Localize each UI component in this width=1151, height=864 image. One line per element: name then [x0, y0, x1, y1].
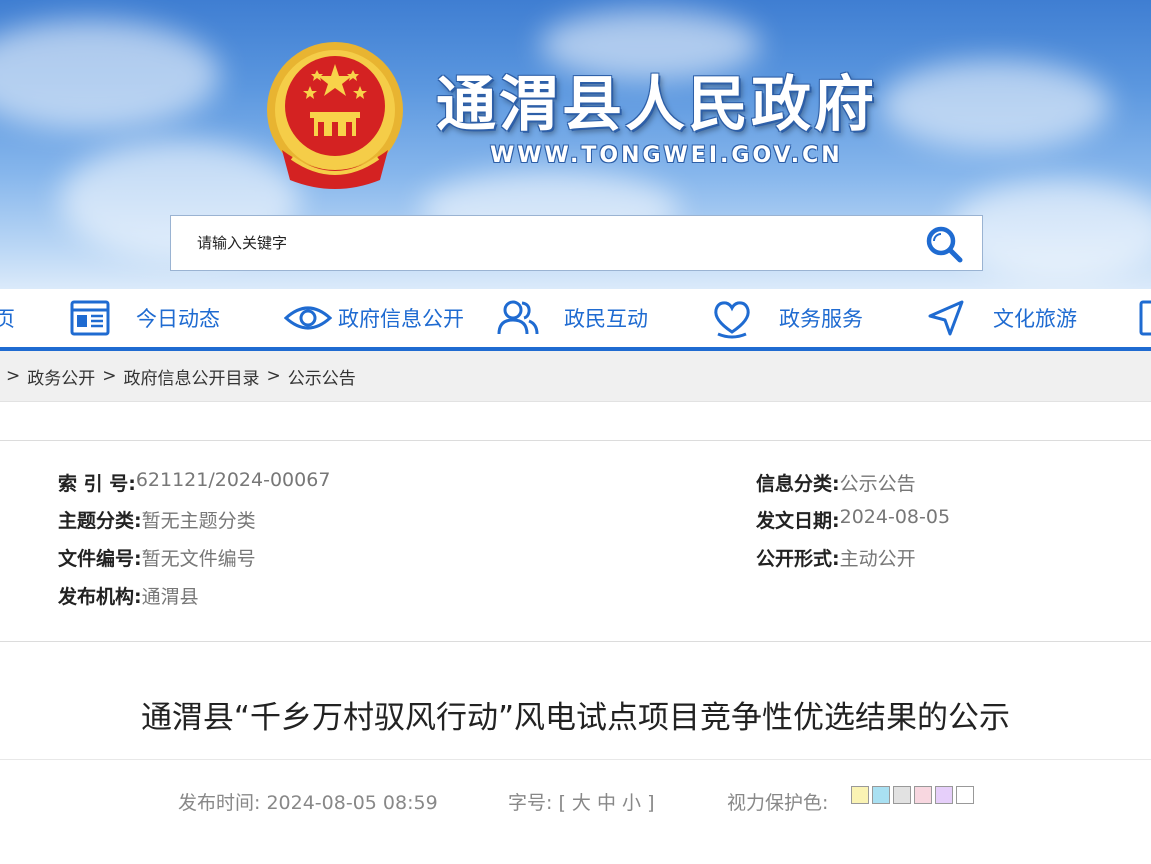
swatch-white[interactable] — [956, 786, 974, 804]
nav-label: 政府信息公开 — [338, 307, 464, 331]
nav-item-interaction[interactable]: 政民互动 — [496, 289, 648, 347]
font-size-large-button[interactable]: 大 — [572, 792, 591, 814]
main-nav: 页 今日动态 政府信息公开 政民互动 政务服务 文化旅游 — [0, 289, 1151, 351]
users-icon — [497, 300, 539, 335]
title-divider — [0, 759, 1151, 760]
nav-item-culture-tourism[interactable]: 文化旅游 — [924, 289, 1077, 347]
meta-value: 621121/2024-00067 — [135, 469, 331, 491]
info-meta-table: 索 引 号: 621121/2024-00067 主题分类: 暂无主题分类 文件… — [0, 440, 1151, 642]
nav-label: 今日动态 — [136, 307, 220, 331]
site-url: WWW.TONGWEI.GOV.CN — [490, 143, 843, 168]
meta-key: 公开形式: — [756, 548, 840, 570]
meta-value: 暂无主题分类 — [141, 510, 256, 532]
meta-doc-no: 文件编号: 暂无文件编号 — [58, 544, 256, 571]
article-title: 通渭县“千乡万村驭风行动”风电试点项目竞争性优选结果的公示 — [140, 700, 1011, 736]
search-input[interactable] — [171, 216, 911, 270]
eye-care-label: 视力保护色: — [727, 792, 829, 814]
document-icon — [1139, 300, 1151, 336]
meta-topic: 主题分类: 暂无主题分类 — [58, 506, 256, 533]
breadcrumb: > 政务公开 > 政府信息公开目录 > 公示公告 — [0, 351, 1151, 402]
meta-value: 2024-08-05 — [839, 506, 951, 528]
font-size-medium-button[interactable]: 中 — [597, 792, 616, 814]
swatch-gray[interactable] — [893, 786, 911, 804]
font-size-bracket: ] — [647, 792, 655, 814]
meta-key: 信息分类: — [756, 473, 840, 495]
nav-item-gov-info[interactable]: 政府信息公开 — [284, 289, 464, 347]
meta-key: 主题分类: — [58, 510, 142, 532]
eye-icon — [284, 306, 332, 330]
heart-icon — [714, 301, 750, 339]
breadcrumb-item[interactable]: 政府信息公开目录 — [124, 364, 260, 389]
site-title: 通渭县人民政府 — [436, 70, 877, 140]
meta-key: 发布机构: — [58, 586, 142, 608]
breadcrumb-separator: > — [102, 366, 117, 386]
eye-care-swatches — [851, 786, 977, 804]
meta-value: 公示公告 — [839, 473, 916, 495]
nav-item-services[interactable]: 政务服务 — [710, 289, 863, 347]
swatch-yellow[interactable] — [851, 786, 869, 804]
news-icon — [70, 300, 110, 336]
search-box — [170, 215, 983, 271]
meta-value: 通渭县 — [141, 586, 199, 608]
publish-time: 发布时间: 2024-08-05 08:59 — [178, 788, 438, 815]
meta-key: 文件编号: — [58, 548, 142, 570]
publish-time-value: 2024-08-05 08:59 — [266, 792, 438, 814]
font-size-bracket: [ — [558, 792, 566, 814]
nav-label: 政民互动 — [564, 307, 648, 331]
breadcrumb-item[interactable]: 公示公告 — [288, 364, 356, 389]
meta-key: 发文日期: — [756, 510, 840, 532]
sky-cloud — [880, 60, 1110, 150]
font-size-control: 字号: [ 大 中 小 ] — [508, 788, 655, 815]
breadcrumb-separator: > — [6, 366, 21, 386]
meta-value: 暂无文件编号 — [141, 548, 256, 570]
swatch-purple[interactable] — [935, 786, 953, 804]
header-banner: 通渭县人民政府 WWW.TONGWEI.GOV.CN — [0, 0, 1151, 289]
publish-time-label: 发布时间: — [178, 792, 261, 814]
national-emblem-icon — [267, 42, 403, 189]
nav-item-home[interactable]: 页 — [0, 289, 15, 347]
meta-date: 发文日期: 2024-08-05 — [756, 506, 950, 533]
meta-index-no: 索 引 号: 621121/2024-00067 — [58, 469, 330, 496]
swatch-pink[interactable] — [914, 786, 932, 804]
font-size-small-button[interactable]: 小 — [622, 792, 641, 814]
sky-cloud — [0, 20, 220, 130]
nav-label: 文化旅游 — [993, 307, 1077, 331]
meta-publisher: 发布机构: 通渭县 — [58, 582, 199, 609]
meta-category: 信息分类: 公示公告 — [756, 469, 916, 496]
meta-form: 公开形式: 主动公开 — [756, 544, 916, 571]
breadcrumb-separator: > — [266, 366, 281, 386]
font-size-label: 字号: — [508, 792, 553, 814]
meta-value: 主动公开 — [839, 548, 916, 570]
swatch-blue[interactable] — [872, 786, 890, 804]
nav-item-today-news[interactable]: 今日动态 — [68, 289, 220, 347]
nav-label: 政务服务 — [779, 307, 863, 331]
meta-key: 索 引 号: — [58, 473, 136, 495]
nav-item-more[interactable] — [1138, 289, 1151, 347]
nav-label: 页 — [0, 307, 15, 331]
navigation-icon — [928, 300, 964, 336]
breadcrumb-item[interactable]: 政务公开 — [27, 364, 95, 389]
search-icon[interactable] — [924, 224, 964, 264]
